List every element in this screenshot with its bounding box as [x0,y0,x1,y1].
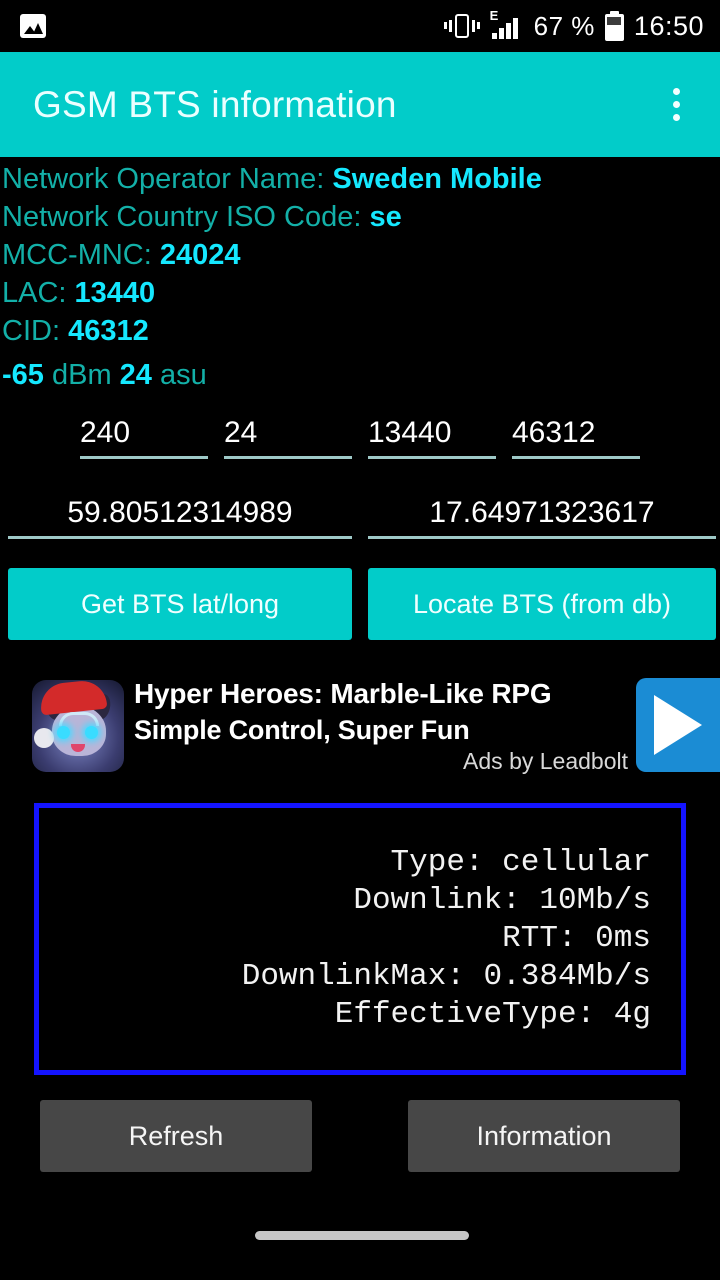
network-detail-downlinkmax: DownlinkMax: 0.384Mb/s [241,959,651,994]
dbm-unit: dBm [43,359,120,391]
ad-text-block: Hyper Heroes: Marble-Like RPG Simple Con… [134,676,614,748]
page-title: GSM BTS information [33,83,397,125]
status-bar-left [0,14,46,38]
mccmnc-row: MCC-MNC: 24024 [0,236,720,274]
longitude-input[interactable]: 17.64971323617 [368,498,716,539]
battery-icon [604,11,624,41]
network-detail-effectivetype: EffectiveType: 4g [334,997,651,1032]
vibrate-icon [443,12,480,40]
locate-bts-button[interactable]: Locate BTS (from db) [368,568,716,640]
iso-value: se [369,201,402,233]
mccmnc-value: 24024 [159,239,241,271]
dbm-value: -65 [2,359,44,391]
play-button-icon[interactable] [636,678,720,772]
cid-value: 46312 [68,315,149,347]
operator-row: Network Operator Name: Sweden Mobile [0,160,720,198]
ad-title: Hyper Heroes: Marble-Like RPG [134,678,552,709]
operator-label: Network Operator Name: [2,163,333,195]
lac-input[interactable]: 13440 [368,418,496,459]
lac-label: LAC: [2,277,75,309]
refresh-button[interactable]: Refresh [40,1100,312,1172]
network-detail-type: Type: cellular [390,845,651,880]
lac-value: 13440 [74,277,156,309]
clock-label: 16:50 [633,10,704,41]
get-bts-latlong-button[interactable]: Get BTS lat/long [8,568,352,640]
latitude-input[interactable]: 59.80512314989 [8,498,352,539]
signal-bars-icon: E [490,9,524,41]
cid-row: CID: 46312 [0,312,720,350]
overflow-menu-icon[interactable] [658,83,694,127]
mcc-input[interactable]: 240 [80,418,208,459]
photo-icon [20,14,46,38]
asu-value: 24 [119,359,152,391]
signal-strength-row: -65 dBm 24 asu [0,356,720,394]
network-details-box: Type: cellular Downlink: 10Mb/s RTT: 0ms… [34,803,686,1075]
operator-value: Sweden Mobile [332,163,542,195]
status-bar: E 67 % 16:50 [0,0,720,52]
lac-row: LAC: 13440 [0,274,720,312]
battery-percent-label: 67 % [533,10,595,41]
mccmnc-label: MCC-MNC: [2,239,160,271]
ad-attribution: Ads by Leadbolt [463,748,628,774]
network-detail-downlink: Downlink: 10Mb/s [353,883,651,918]
network-info-block: Network Operator Name: Sweden Mobile Net… [0,160,720,394]
iso-row: Network Country ISO Code: se [0,198,720,236]
navigation-bar [0,1216,720,1280]
iso-label: Network Country ISO Code: [2,201,370,233]
app-screen: E 67 % 16:50 GSM BTS information Network… [0,0,720,1280]
app-bar: GSM BTS information [0,52,720,157]
status-bar-right: E 67 % 16:50 [443,9,720,42]
home-indicator[interactable] [255,1231,469,1240]
asu-unit: asu [151,359,207,391]
ad-subtitle: Simple Control, Super Fun [134,715,470,745]
cid-input[interactable]: 46312 [512,418,640,459]
game-avatar-icon [32,680,124,772]
information-button[interactable]: Information [408,1100,680,1172]
cid-label: CID: [2,315,69,347]
mnc-input[interactable]: 24 [224,418,352,459]
network-detail-rtt: RTT: 0ms [502,921,651,956]
